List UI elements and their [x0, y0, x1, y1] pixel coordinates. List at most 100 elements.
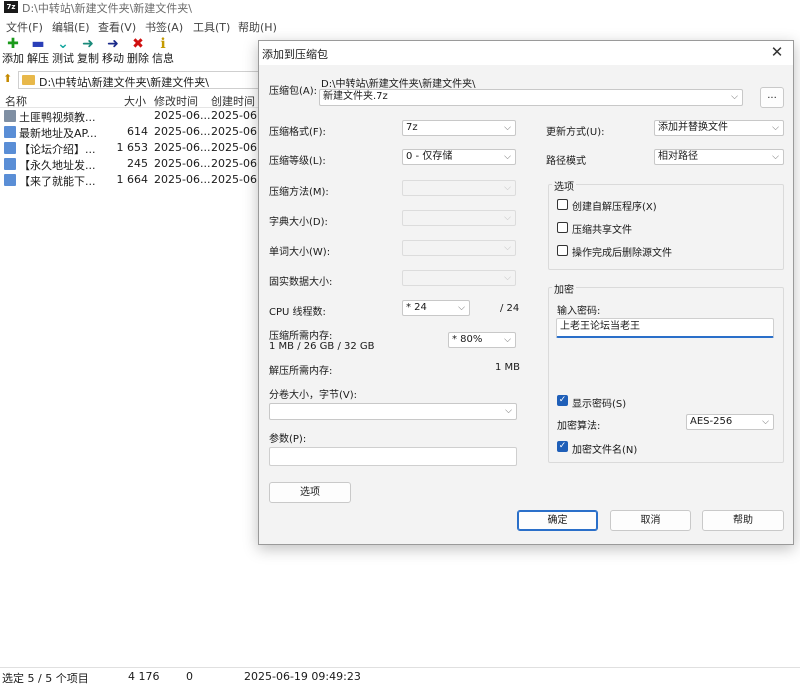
options-button[interactable]: 选项 [269, 482, 351, 503]
encryption-method-combo[interactable]: AES-256 ⌵ [686, 414, 774, 430]
update-mode-combo[interactable]: 添加并替换文件 ⌵ [654, 120, 784, 136]
test-button[interactable]: ⌄ 测试 [50, 36, 76, 70]
col-name[interactable]: 名称 [5, 93, 27, 109]
path-mode-combo[interactable]: 相对路径 ⌵ [654, 149, 784, 165]
decompress-memory-value: 1 MB [495, 362, 521, 373]
menu-bookmarks[interactable]: 书签(A) [145, 19, 183, 35]
window-titlebar: 7z D:\中转站\新建文件夹\新建文件夹\ [0, 0, 800, 16]
arrow-right-icon: ➜ [82, 36, 94, 52]
solid-combo[interactable]: ⌵ [402, 270, 516, 286]
archive-dir: D:\中转站\新建文件夹\新建文件夹\ [321, 79, 476, 90]
chevron-down-icon: ⌵ [504, 152, 511, 162]
file-row[interactable]: 土匪鸭视频教... 2025-06... 2025-06... [0, 108, 270, 124]
ok-button[interactable]: 确定 [517, 510, 598, 531]
options-group-title: 选项 [552, 178, 576, 193]
menu-help[interactable]: 帮助(H) [238, 19, 277, 35]
params-input[interactable] [269, 447, 517, 466]
col-size[interactable]: 大小 [124, 93, 146, 109]
add-button[interactable]: ✚ 添加 [0, 36, 26, 70]
status-bar: 选定 5 / 5 个项目 4 176 0 2025-06-19 09:49:23 [0, 667, 800, 685]
password-input[interactable]: 上老王论坛当老王 [556, 318, 774, 338]
copy-button[interactable]: ➜ 复制 [75, 36, 101, 70]
menu-file[interactable]: 文件(F) [6, 19, 43, 35]
format-value: 7z [406, 122, 418, 133]
folder-up-icon[interactable]: ⬆ [3, 73, 15, 85]
file-modified: 2025-06... [154, 109, 211, 122]
file-modified: 2025-06... [154, 173, 211, 186]
chevron-down-icon: ⌵ [504, 213, 511, 223]
volume-label: 分卷大小，字节(V): [269, 390, 358, 401]
menu-edit[interactable]: 编辑(E) [52, 19, 90, 35]
file-row[interactable]: 【来了就能下... 1 664 2025-06... 2025-06... [0, 172, 270, 188]
info-icon: ℹ [160, 36, 166, 52]
threads-combo[interactable]: * 24 ⌵ [402, 300, 470, 316]
address-bar: ⬆ D:\中转站\新建文件夹\新建文件夹\ [0, 71, 270, 89]
format-combo[interactable]: 7z ⌵ [402, 120, 516, 136]
file-row[interactable]: 【永久地址发... 245 2025-06... 2025-06... [0, 156, 270, 172]
menubar: 文件(F) 编辑(E) 查看(V) 书签(A) 工具(T) 帮助(H) [0, 17, 800, 35]
volume-combo[interactable]: ⌵ [269, 403, 517, 420]
sfx-checkbox[interactable] [557, 199, 568, 210]
file-modified: 2025-06... [154, 157, 211, 170]
encryption-group-title: 加密 [552, 281, 576, 296]
col-modified[interactable]: 修改时间 [154, 93, 198, 109]
shared-checkbox[interactable] [557, 222, 568, 233]
file-list-header: 名称 大小 修改时间 创建时间 [0, 91, 270, 108]
close-icon[interactable]: ✕ [769, 43, 785, 61]
status-packed: 0 [186, 670, 193, 683]
archive-name-combo[interactable]: 新建文件夹.7z ⌵ [319, 89, 743, 106]
x-icon: ✖ [132, 36, 144, 52]
memory-value: 1 MB / 26 GB / 32 GB [269, 341, 375, 352]
7zip-app-icon: 7z [4, 1, 18, 13]
archive-label: 压缩包(A): [269, 86, 318, 97]
dict-combo[interactable]: ⌵ [402, 210, 516, 226]
document-icon [4, 142, 16, 154]
toolbar: ✚ 添加 ▬ 解压 ⌄ 测试 ➜ 复制 ➜ 移动 ✖ 删除 ℹ 信息 [0, 36, 260, 70]
add-to-archive-dialog: 添加到压缩包 ✕ 压缩包(A): D:\中转站\新建文件夹\新建文件夹\ 新建文… [258, 40, 794, 545]
move-button[interactable]: ➜ 移动 [100, 36, 126, 70]
chevron-down-icon: ⌵ [772, 152, 779, 162]
level-value: 0 - 仅存储 [406, 151, 453, 162]
level-combo[interactable]: 0 - 仅存储 ⌵ [402, 149, 516, 165]
browse-button[interactable]: ... [760, 87, 784, 108]
file-modified: 2025-06... [154, 125, 211, 138]
info-button[interactable]: ℹ 信息 [150, 36, 176, 70]
chevron-down-icon: ⌵ [504, 273, 511, 283]
method-combo[interactable]: ⌵ [402, 180, 516, 196]
file-size: 245 [127, 157, 148, 170]
delete-button[interactable]: ✖ 删除 [125, 36, 151, 70]
show-password-checkbox[interactable]: ✓ [557, 395, 568, 406]
copy-label: 复制 [77, 52, 99, 65]
cancel-button[interactable]: 取消 [610, 510, 691, 531]
threads-label: CPU 线程数: [269, 307, 326, 318]
encrypt-names-checkbox[interactable]: ✓ [557, 441, 568, 452]
memory-label: 压缩所需内存: [269, 331, 333, 342]
menu-tools[interactable]: 工具(T) [193, 19, 230, 35]
memory-percent-combo[interactable]: * 80% ⌵ [448, 332, 516, 348]
delete-source-checkbox[interactable] [557, 245, 568, 256]
solid-label: 固实数据大小: [269, 277, 333, 288]
extract-button[interactable]: ▬ 解压 [25, 36, 51, 70]
menu-view[interactable]: 查看(V) [98, 19, 136, 35]
password-label: 输入密码: [557, 306, 601, 317]
file-row[interactable]: 【论坛介绍】... 1 653 2025-06... 2025-06... [0, 140, 270, 156]
check-chevron-icon: ⌄ [57, 36, 69, 52]
add-label: 添加 [2, 52, 24, 65]
word-label: 单词大小(W): [269, 247, 331, 258]
file-name: 土匪鸭视频教... [19, 111, 96, 124]
level-label: 压缩等级(L): [269, 156, 326, 167]
delete-source-label: 操作完成后删除源文件 [572, 248, 672, 259]
archive-name-value: 新建文件夹.7z [323, 91, 388, 102]
sfx-label: 创建自解压程序(X) [572, 202, 657, 213]
move-label: 移动 [102, 52, 124, 65]
path-input[interactable]: D:\中转站\新建文件夹\新建文件夹\ [18, 71, 268, 89]
col-created[interactable]: 创建时间 [211, 93, 255, 109]
file-row[interactable]: 最新地址及AP... 614 2025-06... 2025-06... [0, 124, 270, 140]
help-button[interactable]: 帮助 [702, 510, 784, 531]
folder-icon [22, 75, 35, 85]
chevron-down-icon: ⌵ [731, 92, 738, 102]
info-label: 信息 [152, 52, 174, 65]
word-combo[interactable]: ⌵ [402, 240, 516, 256]
path-text: D:\中转站\新建文件夹\新建文件夹\ [39, 76, 209, 89]
file-name: 【来了就能下... [19, 175, 96, 188]
